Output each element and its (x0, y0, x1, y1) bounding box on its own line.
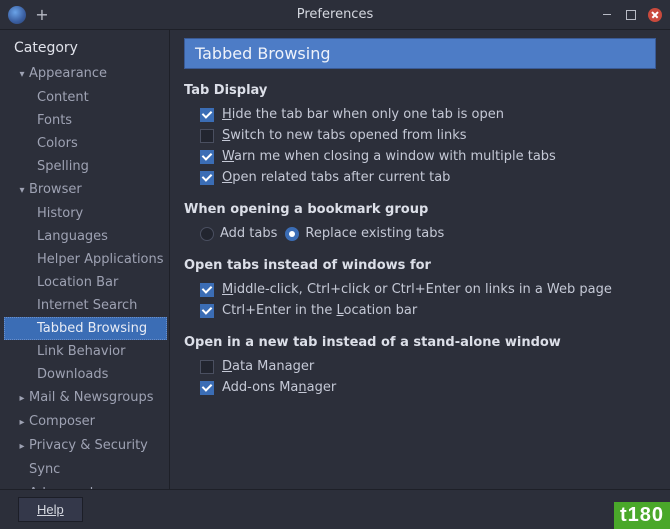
bookmark-group-add-radio[interactable] (200, 227, 214, 241)
bookmark-group-replace-radio[interactable] (285, 227, 299, 241)
category-label: Mail & Newsgroups (29, 390, 153, 405)
category-label: Browser (29, 182, 82, 197)
middle-click-links-row: Middle-click, Ctrl+click or Ctrl+Enter o… (184, 279, 656, 300)
warn-closing-window-label[interactable]: Warn me when closing a window with multi… (222, 149, 556, 164)
minimize-icon[interactable] (600, 8, 614, 22)
addons-manager-row: Add-ons Manager (184, 377, 656, 398)
open-related-tabs-checkbox[interactable] (200, 171, 214, 185)
category-composer[interactable]: ▸Composer (4, 410, 167, 434)
sidebar-item-downloads[interactable]: Downloads (4, 363, 167, 386)
bookmark-group-add[interactable]: Add tabs (200, 226, 277, 241)
close-icon[interactable] (648, 8, 662, 22)
open-related-tabs-label[interactable]: Open related tabs after current tab (222, 170, 450, 185)
sidebar-item-languages[interactable]: Languages (4, 225, 167, 248)
category-label: Composer (29, 414, 95, 429)
section-open-tabs-instead: Open tabs instead of windows for (184, 258, 656, 273)
dialog-footer: Help (0, 489, 670, 529)
sidebar-item-spelling[interactable]: Spelling (4, 155, 167, 178)
category-privacy-security[interactable]: ▸Privacy & Security (4, 434, 167, 458)
chevron-down-icon[interactable]: ▾ (17, 66, 27, 83)
category-mail-newsgroups[interactable]: ▸Mail & Newsgroups (4, 386, 167, 410)
window-title: Preferences (0, 7, 670, 22)
bookmark-group-replace-label: Replace existing tabs (305, 226, 444, 241)
data-manager-label[interactable]: Data Manager (222, 359, 314, 374)
sidebar-item-content[interactable]: Content (4, 86, 167, 109)
hide-tab-bar-checkbox[interactable] (200, 108, 214, 122)
category-label: Privacy & Security (29, 438, 148, 453)
help-button[interactable]: Help (18, 497, 83, 522)
ctrl-enter-location-row: Ctrl+Enter in the Location bar (184, 300, 656, 321)
sidebar-title: Category (4, 36, 167, 62)
sidebar-item-history[interactable]: History (4, 202, 167, 225)
category-browser[interactable]: ▾Browser (4, 178, 167, 202)
section-tab-display: Tab Display (184, 83, 656, 98)
sidebar-item-tabbed-browsing[interactable]: Tabbed Browsing (4, 317, 167, 340)
sidebar-item-link-behavior[interactable]: Link Behavior (4, 340, 167, 363)
hide-tab-bar-label[interactable]: Hide the tab bar when only one tab is op… (222, 107, 504, 122)
category-label: Advanced (29, 486, 93, 489)
watermark: t180 (614, 502, 670, 529)
category-sidebar: Category ▾AppearanceContentFontsColorsSp… (0, 30, 170, 489)
sidebar-item-helper-applications[interactable]: Helper Applications (4, 248, 167, 271)
maximize-icon[interactable] (626, 10, 636, 20)
titlebar: + Preferences (0, 0, 670, 30)
category-tree: ▾AppearanceContentFontsColorsSpelling▾Br… (4, 62, 167, 489)
sidebar-item-colors[interactable]: Colors (4, 132, 167, 155)
ctrl-enter-location-label[interactable]: Ctrl+Enter in the Location bar (222, 303, 417, 318)
category-appearance[interactable]: ▾Appearance (4, 62, 167, 86)
category-label: Appearance (29, 66, 107, 81)
category-sync[interactable]: Sync (4, 458, 167, 482)
middle-click-links-checkbox[interactable] (200, 283, 214, 297)
section-bookmark-group: When opening a bookmark group (184, 202, 656, 217)
section-new-tab-instead: Open in a new tab instead of a stand-alo… (184, 335, 656, 350)
middle-click-links-label[interactable]: Middle-click, Ctrl+click or Ctrl+Enter o… (222, 282, 612, 297)
help-label-rest: elp (46, 502, 63, 517)
chevron-down-icon[interactable]: ▾ (17, 182, 27, 199)
chevron-down-icon[interactable]: ▾ (17, 486, 27, 489)
ctrl-enter-location-checkbox[interactable] (200, 304, 214, 318)
chevron-right-icon[interactable]: ▸ (17, 390, 27, 407)
new-tab-button[interactable]: + (34, 7, 50, 23)
chevron-right-icon[interactable]: ▸ (17, 414, 27, 431)
addons-manager-label[interactable]: Add-ons Manager (222, 380, 336, 395)
chevron-right-icon[interactable]: ▸ (17, 438, 27, 455)
category-advanced[interactable]: ▾Advanced (4, 482, 167, 489)
data-manager-row: Data Manager (184, 356, 656, 377)
category-label: Sync (29, 462, 60, 477)
bookmark-group-radios: Add tabs Replace existing tabs (184, 223, 656, 244)
addons-manager-checkbox[interactable] (200, 381, 214, 395)
switch-to-new-tabs-checkbox[interactable] (200, 129, 214, 143)
app-icon (8, 6, 26, 24)
warn-closing-window-row: Warn me when closing a window with multi… (184, 146, 656, 167)
panel-title: Tabbed Browsing (184, 38, 656, 69)
bookmark-group-replace[interactable]: Replace existing tabs (285, 226, 444, 241)
open-related-tabs-row: Open related tabs after current tab (184, 167, 656, 188)
sidebar-item-internet-search[interactable]: Internet Search (4, 294, 167, 317)
hide-tab-bar-row: Hide the tab bar when only one tab is op… (184, 104, 656, 125)
data-manager-checkbox[interactable] (200, 360, 214, 374)
warn-closing-window-checkbox[interactable] (200, 150, 214, 164)
sidebar-item-fonts[interactable]: Fonts (4, 109, 167, 132)
bookmark-group-add-label: Add tabs (220, 226, 277, 241)
switch-to-new-tabs-row: Switch to new tabs opened from links (184, 125, 656, 146)
switch-to-new-tabs-label[interactable]: Switch to new tabs opened from links (222, 128, 467, 143)
preferences-panel: Tabbed Browsing Tab Display Hide the tab… (170, 30, 670, 489)
sidebar-item-location-bar[interactable]: Location Bar (4, 271, 167, 294)
